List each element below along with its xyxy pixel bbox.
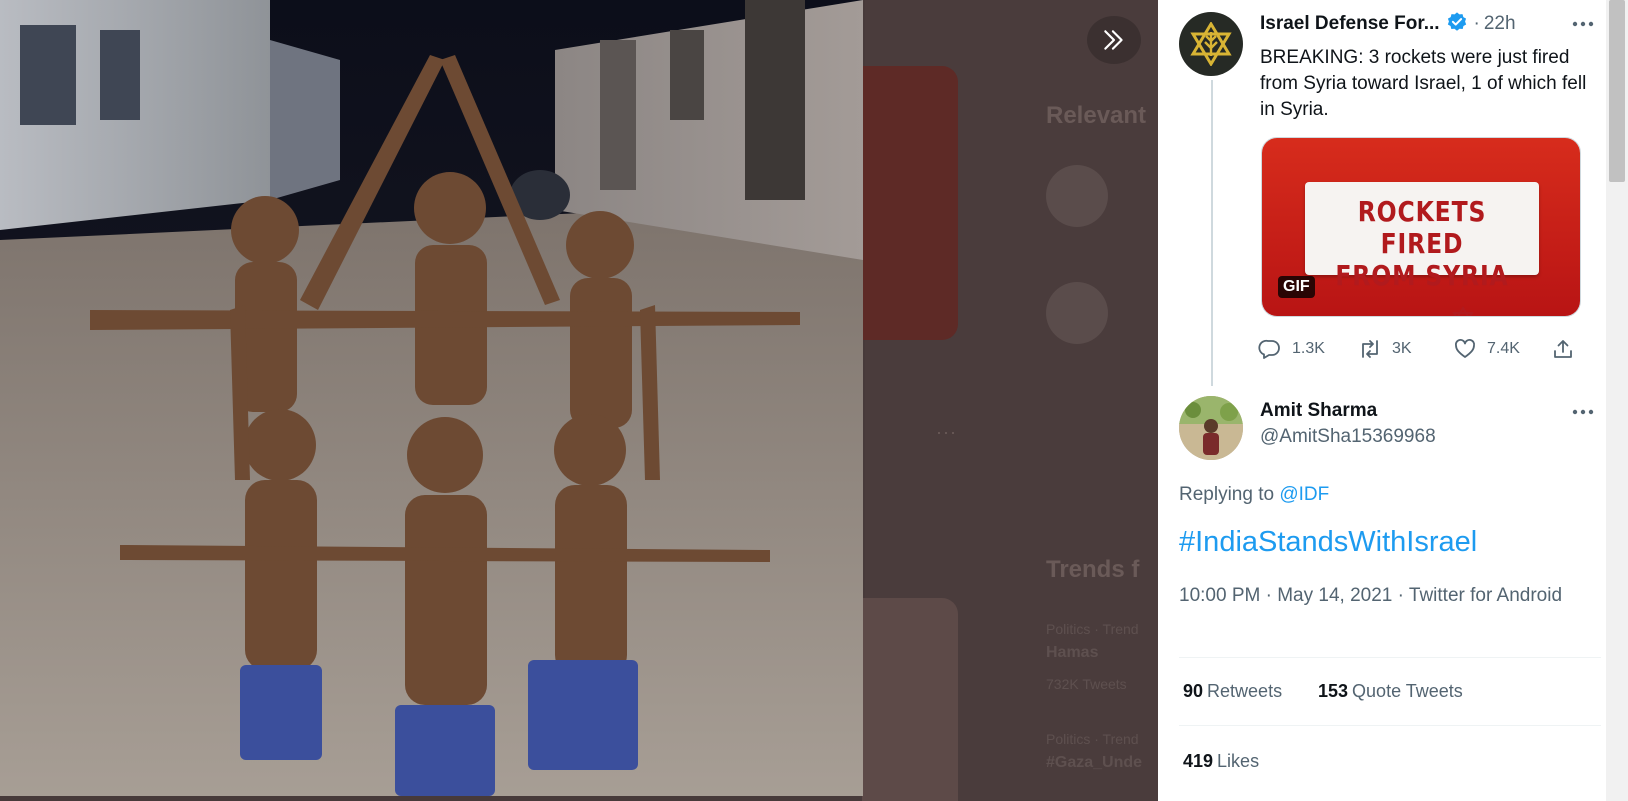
retweets-label: Retweets: [1207, 681, 1283, 701]
retweets-stat[interactable]: 90 Retweets: [1183, 681, 1282, 702]
quote-tweets-stat[interactable]: 153 Quote Tweets: [1318, 681, 1463, 702]
gif-media[interactable]: ROCKETS FIRED FROM SYRIA GIF: [1261, 137, 1581, 317]
gif-caption-line: FROM SYRIA: [1335, 259, 1509, 292]
tweet-photo[interactable]: [0, 0, 863, 796]
more-horizontal-icon: [1572, 409, 1594, 415]
background-heading-relevant: Relevant: [1046, 102, 1147, 129]
like-count: 7.4K: [1487, 340, 1520, 357]
background-avatar: [1046, 165, 1108, 227]
retweets-count: 90: [1183, 681, 1204, 701]
verified-badge-icon: [1446, 11, 1468, 38]
profile-photo: [1179, 396, 1243, 460]
likes-label: Likes: [1217, 751, 1260, 771]
background-avatar: [1046, 282, 1108, 344]
author-name[interactable]: Israel Defense For...: [1260, 13, 1440, 35]
more-horizontal-icon: [1572, 21, 1594, 27]
quote-tweets-label: Quote Tweets: [1352, 681, 1463, 701]
heart-icon: [1455, 339, 1475, 358]
thread-connector: [1211, 80, 1213, 386]
background-trend-name: #Gaza_Unde: [1046, 754, 1143, 771]
more-options-button[interactable]: [1568, 400, 1598, 424]
idf-logo-icon: [1190, 22, 1232, 66]
background-trend-count: 732K Tweets: [1046, 676, 1127, 692]
double-chevron-right-icon: [1104, 30, 1123, 50]
tweet-timestamp[interactable]: 10:00 PM · May 14, 2021 · Twitter for An…: [1179, 583, 1579, 609]
tweet-detail-panel: Israel Defense For... · 22h BREAKING: 3 …: [1158, 0, 1628, 801]
background-trend-category: Politics · Trend: [1046, 621, 1139, 637]
divider: [1179, 725, 1601, 726]
media-viewer: Relevant ··· Trends f Politics · Trend H…: [0, 0, 1158, 801]
photo-image: [0, 0, 863, 796]
gif-caption: ROCKETS FIRED FROM SYRIA: [1324, 196, 1521, 292]
share-button[interactable]: [1551, 337, 1575, 361]
tweet-time[interactable]: 22h: [1484, 13, 1516, 35]
scrollbar[interactable]: [1606, 0, 1628, 801]
likes-stat[interactable]: 419 Likes: [1183, 751, 1259, 772]
likes-count: 419: [1183, 751, 1214, 771]
expand-panel-button[interactable]: [1087, 16, 1141, 64]
author-avatar[interactable]: [1179, 12, 1243, 76]
tweet-author-row: Israel Defense For... · 22h: [1260, 11, 1516, 38]
more-options-button[interactable]: [1568, 12, 1598, 36]
separator: ·: [1473, 13, 1480, 34]
tweet-actions: 1.3K 3K 7.4K: [1258, 337, 1598, 361]
retweet-button[interactable]: 3K: [1358, 337, 1412, 361]
background-card: [862, 66, 958, 340]
gif-badge: GIF: [1278, 276, 1315, 298]
share-icon: [1554, 340, 1572, 358]
reply-author-handle[interactable]: @AmitSha15369968: [1260, 426, 1436, 448]
background-trend-category: Politics · Trend: [1046, 731, 1139, 747]
reply-count: 1.3K: [1292, 340, 1325, 357]
reply-author-name[interactable]: Amit Sharma: [1260, 400, 1377, 422]
scrollbar-thumb[interactable]: [1609, 0, 1625, 182]
background-more-icon: ···: [936, 422, 957, 442]
tweet-text: BREAKING: 3 rockets were just fired from…: [1260, 47, 1587, 120]
divider: [1179, 657, 1601, 658]
retweet-count: 3K: [1392, 340, 1412, 357]
replying-prefix: Replying to: [1179, 484, 1275, 505]
background-card: [862, 598, 958, 801]
background-heading-trends: Trends f: [1046, 556, 1140, 583]
retweet-icon: [1362, 340, 1378, 358]
gif-sign: ROCKETS FIRED FROM SYRIA: [1305, 182, 1539, 316]
gif-caption-line: ROCKETS FIRED: [1357, 195, 1487, 260]
replying-to: Replying to @IDF: [1179, 484, 1329, 506]
background-trend-name: Hamas: [1046, 644, 1099, 661]
reply-button[interactable]: 1.3K: [1258, 337, 1325, 361]
reply-text-hashtag[interactable]: #IndiaStandsWithIsrael: [1179, 526, 1477, 559]
reply-icon: [1258, 339, 1280, 359]
like-button[interactable]: 7.4K: [1453, 337, 1520, 361]
replying-to-link[interactable]: @IDF: [1279, 484, 1329, 505]
quote-tweets-count: 153: [1318, 681, 1349, 701]
star-of-david-icon: [1452, 306, 1474, 316]
reply-author-avatar[interactable]: [1179, 396, 1243, 460]
